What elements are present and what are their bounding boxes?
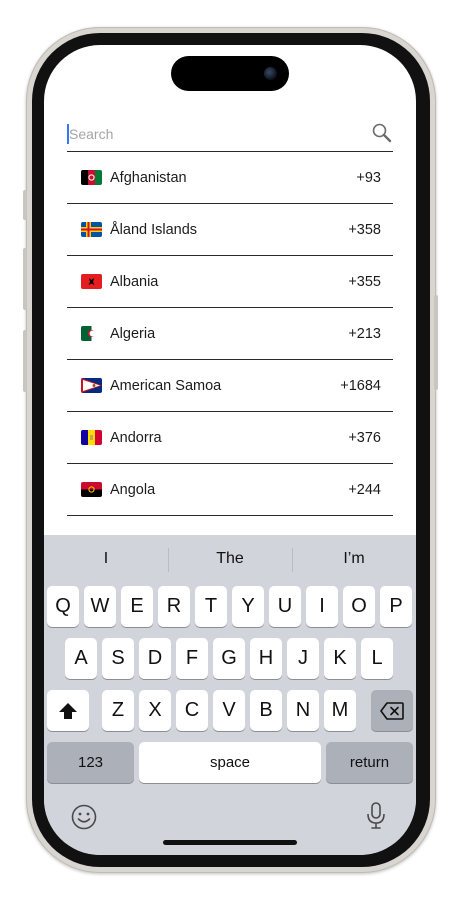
angola-flag-icon [81, 482, 102, 497]
shift-key[interactable] [47, 690, 89, 731]
microphone-icon[interactable] [364, 801, 388, 831]
key-l[interactable]: L [361, 638, 393, 679]
key-u[interactable]: U [269, 586, 301, 627]
key-j[interactable]: J [287, 638, 319, 679]
key-e[interactable]: E [121, 586, 153, 627]
dial-code: +244 [348, 481, 381, 498]
key-k[interactable]: K [324, 638, 356, 679]
key-o[interactable]: O [343, 586, 375, 627]
key-i[interactable]: I [306, 586, 338, 627]
return-key[interactable]: return [326, 742, 413, 783]
country-list: Afghanistan +93 Åland Islands +358 Alban… [67, 152, 393, 516]
backspace-icon [380, 702, 404, 720]
key-y[interactable]: Y [232, 586, 264, 627]
action-button [23, 190, 27, 220]
dial-code: +358 [348, 221, 381, 238]
list-item[interactable]: Afghanistan +93 [67, 152, 393, 204]
dial-code: +93 [356, 169, 381, 186]
list-item[interactable]: Andorra +376 [67, 412, 393, 464]
key-r[interactable]: R [158, 586, 190, 627]
search-bar[interactable] [67, 119, 393, 152]
shift-icon [59, 703, 77, 719]
predictive-bar: I The I’m [44, 535, 416, 581]
numbers-key[interactable]: 123 [47, 742, 134, 783]
country-name: Algeria [110, 325, 156, 342]
country-name: Afghanistan [110, 169, 187, 186]
search-icon[interactable] [371, 122, 393, 144]
algeria-flag-icon [81, 326, 102, 341]
home-indicator[interactable] [163, 840, 297, 845]
country-name: American Samoa [110, 377, 222, 394]
key-v[interactable]: V [213, 690, 245, 731]
space-key[interactable]: space [139, 742, 321, 783]
volume-up-button [23, 248, 27, 310]
dial-code: +1684 [340, 377, 381, 394]
aland-flag-icon [81, 222, 102, 237]
key-x[interactable]: X [139, 690, 171, 731]
power-button [434, 295, 438, 390]
country-name: Andorra [110, 429, 162, 446]
dial-code: +355 [348, 273, 381, 290]
screen: Afghanistan +93 Åland Islands +358 Alban… [44, 45, 416, 855]
key-n[interactable]: N [287, 690, 319, 731]
suggestion-2[interactable]: The [168, 535, 292, 581]
key-c[interactable]: C [176, 690, 208, 731]
list-item[interactable]: Albania +355 [67, 256, 393, 308]
country-name: Åland Islands [110, 221, 198, 238]
key-g[interactable]: G [213, 638, 245, 679]
search-input[interactable] [67, 123, 359, 145]
key-m[interactable]: M [324, 690, 356, 731]
key-w[interactable]: W [84, 586, 116, 627]
key-q[interactable]: Q [47, 586, 79, 627]
delete-key[interactable] [371, 690, 413, 731]
key-p[interactable]: P [380, 586, 412, 627]
suggestion-3[interactable]: I’m [292, 535, 416, 581]
country-name: Albania [110, 273, 159, 290]
list-item[interactable]: Åland Islands +358 [67, 204, 393, 256]
list-item[interactable]: Algeria +213 [67, 308, 393, 360]
key-t[interactable]: T [195, 586, 227, 627]
volume-down-button [23, 330, 27, 392]
key-d[interactable]: D [139, 638, 171, 679]
emoji-icon[interactable] [70, 803, 98, 831]
list-item[interactable]: American Samoa +1684 [67, 360, 393, 412]
list-item[interactable]: Angola +244 [67, 464, 393, 516]
suggestion-1[interactable]: I [44, 535, 168, 581]
key-h[interactable]: H [250, 638, 282, 679]
camera-icon [264, 67, 277, 80]
american-samoa-flag-icon [81, 378, 102, 393]
albania-flag-icon [81, 274, 102, 289]
key-s[interactable]: S [102, 638, 134, 679]
key-a[interactable]: A [65, 638, 97, 679]
andorra-flag-icon [81, 430, 102, 445]
dial-code: +376 [348, 429, 381, 446]
dynamic-island [171, 56, 289, 91]
country-name: Angola [110, 481, 156, 498]
key-f[interactable]: F [176, 638, 208, 679]
key-z[interactable]: Z [102, 690, 134, 731]
dial-code: +213 [348, 325, 381, 342]
key-b[interactable]: B [250, 690, 282, 731]
keyboard: I The I’m Q W E R T Y U I O P A S D F G … [44, 535, 416, 855]
afghanistan-flag-icon [81, 170, 102, 185]
